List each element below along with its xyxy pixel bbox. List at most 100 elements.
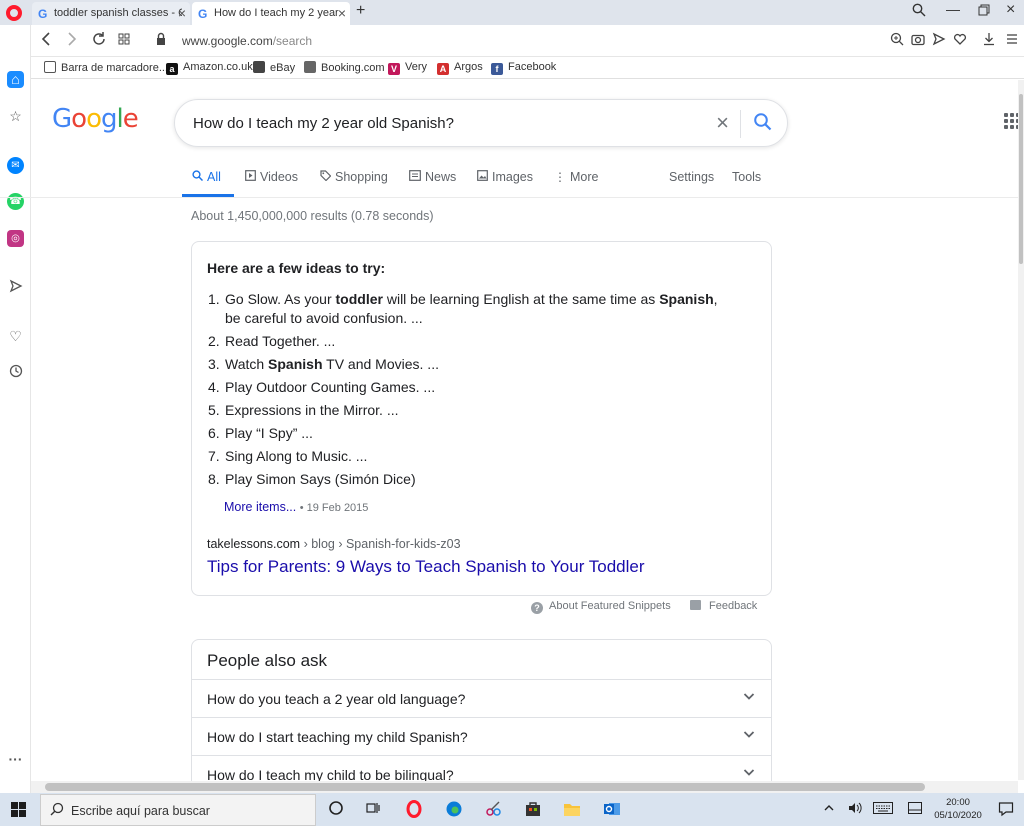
forward-button[interactable] [66,31,78,52]
chevron-down-icon [741,726,757,742]
search-box[interactable]: How do I teach my 2 year old Spanish? × [174,99,788,147]
search-icon[interactable] [753,112,773,137]
very-icon: V [388,63,400,75]
vertical-scroll-thumb[interactable] [1019,94,1023,264]
flow-send-icon[interactable] [7,279,24,296]
list-item: 7. Sing Along to Music. ... [208,448,368,464]
tab-search-icon[interactable] [912,3,926,20]
google-logo[interactable]: Google [52,104,139,134]
bookmarks-bar: Barra de marcadore... a Amazon.co.uk eBay… [0,57,1024,79]
news-icon [409,170,421,184]
google-favicon-icon: G [38,7,48,21]
edge-icon[interactable] [444,800,464,820]
booking-icon [304,61,316,73]
notifications-icon[interactable] [998,801,1014,820]
task-view-icon[interactable] [363,800,383,820]
list-item: 1. Go Slow. As your toddler will be learn… [208,291,718,326]
about-featured-snippets-link[interactable]: ? About Featured Snippets [531,600,671,614]
search-icon [192,170,204,184]
history-clock-icon[interactable] [7,364,24,381]
download-icon[interactable] [982,32,996,49]
lock-icon[interactable] [156,32,166,51]
heart-icon[interactable]: ♡ [7,328,24,345]
tab-shopping[interactable]: Shopping [320,170,388,184]
taskbar-search-box[interactable]: Escribe aquí para buscar [40,794,316,826]
feedback-link[interactable]: Feedback [690,600,757,612]
list-item: 2. Read Together. ... [208,333,336,349]
instagram-icon[interactable]: ◎ [7,230,24,247]
bookmark-facebook[interactable]: f Facebook [491,61,556,75]
bookmark-heart-icon[interactable] [953,32,967,49]
tab-toddler-spanish[interactable]: G toddler spanish classes - G × [32,2,190,25]
zoom-icon[interactable] [890,32,904,49]
home-icon[interactable]: ⌂ [7,71,24,88]
snippet-result-link[interactable]: Tips for Parents: 9 Ways to Teach Spanis… [207,557,645,577]
folder-icon [44,61,56,73]
easy-setup-menu-icon[interactable] [1006,32,1018,49]
paa-question[interactable]: How do you teach a 2 year old language? [192,679,771,717]
bookmark-very[interactable]: V Very [388,61,427,75]
minimize-button[interactable]: — [946,1,960,17]
amazon-icon: a [166,63,178,75]
cortana-circle-icon[interactable] [326,800,346,820]
speed-dial-grid-icon[interactable] [118,31,130,52]
bookmark-ebay[interactable]: eBay [253,61,295,74]
taskbar-search-placeholder: Escribe aquí para buscar [71,804,210,818]
windows-start-icon[interactable] [11,802,26,817]
show-hidden-icons-chevron[interactable] [823,802,835,817]
url-field[interactable]: www.google.com/search [182,34,312,48]
browser-tab-bar: G toddler spanish classes - G × G How do… [0,0,1024,25]
paa-question[interactable]: How do I start teaching my child Spanish… [192,717,771,755]
send-flow-icon[interactable] [932,32,946,49]
tab-images[interactable]: Images [477,170,533,184]
snippet-date: • 19 Feb 2015 [299,502,369,514]
horizontal-scroll-thumb[interactable] [45,783,925,791]
tab-news[interactable]: News [409,170,456,184]
google-favicon-icon: G [198,7,208,21]
snipping-tool-icon[interactable] [484,800,504,820]
tools-link[interactable]: Tools [732,170,761,184]
more-items-link[interactable]: More items... [224,500,296,514]
settings-link[interactable]: Settings [669,170,714,184]
restore-button[interactable] [978,3,990,19]
new-tab-button[interactable]: + [356,2,365,20]
facebook-icon: f [491,63,503,75]
close-tab-icon[interactable]: × [338,5,346,21]
close-tab-icon[interactable]: × [178,5,186,21]
search-input[interactable]: How do I teach my 2 year old Spanish? [193,115,454,132]
vertical-scrollbar[interactable] [1018,80,1024,780]
chevron-down-icon [741,688,757,704]
feedback-flag-icon [690,600,701,610]
horizontal-scrollbar[interactable] [31,781,1018,793]
opera-taskbar-icon[interactable] [404,800,424,820]
keyboard-icon[interactable] [873,802,893,817]
tab-videos[interactable]: Videos [245,170,298,184]
reload-button[interactable] [92,31,106,52]
volume-icon[interactable] [848,802,862,817]
bookmark-folder[interactable]: Barra de marcadore... [44,61,168,74]
taskbar-clock[interactable]: 20:00 05/10/2020 [928,796,988,822]
windows-taskbar: Escribe aquí para buscar 20:00 05/10/2020 [0,793,1024,826]
close-window-button[interactable]: × [1006,1,1015,19]
snippet-footer: ? About Featured Snippets Feedback [0,600,760,616]
speed-dial-star-icon[interactable]: ☆ [7,108,24,125]
search-divider [740,110,741,138]
file-explorer-icon[interactable] [562,800,582,820]
outlook-icon[interactable] [602,800,622,820]
tab-all[interactable]: All [192,170,221,184]
people-also-ask: People also ask How do you teach a 2 yea… [191,639,772,799]
tab-how-do-i-teach[interactable]: G How do I teach my 2 year o × [192,2,350,25]
tab-more[interactable]: ⋮ More [554,170,598,184]
tag-icon [320,170,332,184]
snapshot-camera-icon[interactable] [911,32,925,49]
clear-search-icon[interactable]: × [716,110,729,136]
bookmark-amazon[interactable]: a Amazon.co.uk [166,61,253,75]
opera-logo-icon[interactable] [6,5,22,21]
bookmark-booking[interactable]: Booking.com [304,61,385,74]
bookmark-argos[interactable]: A Argos [437,61,483,75]
result-stats: About 1,450,000,000 results (0.78 second… [191,209,434,223]
more-dots-icon[interactable]: ··· [7,751,24,768]
store-bag-icon[interactable] [523,800,543,820]
display-icon[interactable] [908,802,922,817]
back-button[interactable] [40,31,52,52]
